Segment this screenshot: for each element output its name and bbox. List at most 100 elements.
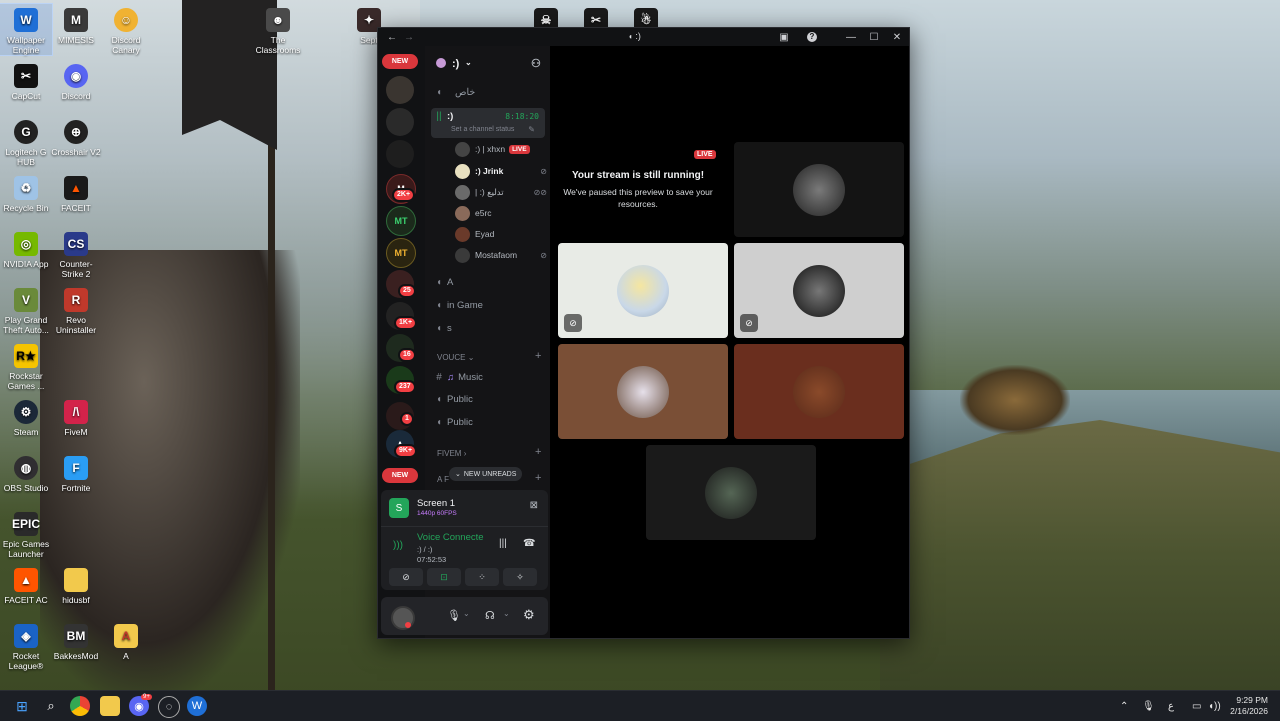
add-member-icon[interactable]: ⚇ [531, 57, 541, 70]
desktop-icon-steam[interactable]: ⚙ Steam [0, 396, 52, 437]
settings-gear-icon[interactable]: ⚙ [523, 607, 535, 623]
minimize-icon[interactable]: — [842, 30, 860, 44]
video-tile[interactable]: ⊘ [734, 243, 904, 338]
screen-share-button[interactable]: ⊡ [427, 568, 461, 586]
clock[interactable]: 9:29 PM 2/16/2026 [1230, 691, 1268, 721]
video-tile[interactable] [646, 445, 816, 540]
desktop-icon-fortnite[interactable]: F Fortnite [50, 452, 102, 493]
close-icon[interactable]: ✕ [888, 30, 906, 44]
search-icon[interactable]: ⌕ [41, 696, 61, 716]
server-icon[interactable]: MT [386, 238, 416, 268]
desktop-icon-the-classrooms[interactable]: ☻ The Classrooms [252, 4, 304, 55]
noise-suppression-icon[interactable]: ||| [499, 538, 507, 549]
voice-member[interactable]: Mostafaom ⊘ [455, 246, 547, 264]
desktop-icon-faceit[interactable]: ▲ FACEIT [50, 172, 102, 213]
desktop-icon-revo[interactable]: R Revo Uninstaller [50, 284, 102, 335]
file-explorer-icon[interactable] [100, 696, 120, 716]
new-pill[interactable]: NEW [382, 468, 418, 483]
soundboard-button[interactable]: ✧ [503, 568, 537, 586]
server-icon[interactable] [386, 76, 414, 104]
disconnect-icon[interactable]: ☎ [523, 538, 535, 549]
desktop-icon-bakkesmod[interactable]: BM BakkesMod [50, 620, 102, 661]
add-channel-icon[interactable]: + [535, 350, 541, 362]
desktop-icon-faceit-ac[interactable]: ▲ FACEIT AC [0, 564, 52, 605]
video-tile[interactable] [558, 344, 728, 439]
stop-stream-icon[interactable]: ⊠ [530, 500, 538, 511]
category-voice[interactable]: VOUCE ⌄ [437, 353, 474, 362]
paused-stream-card[interactable]: LIVE Your stream is still running! We've… [550, 142, 726, 238]
help-icon[interactable]: ? [803, 30, 821, 44]
microphone-icon[interactable]: 🎙 [447, 609, 461, 622]
desktop-icon-capcut[interactable]: ✂ CapCut [0, 60, 52, 101]
channel-voice[interactable]: ◖ s [431, 318, 545, 338]
channel-voice[interactable]: ◖ Public [431, 389, 545, 409]
desktop-icon-wallpaper-engine[interactable]: W Wallpaper Engine [0, 3, 53, 56]
server-icon[interactable]: MT [386, 206, 416, 236]
voice-member[interactable]: :) | xhxn LIVE [455, 140, 547, 158]
chevron-down-icon[interactable]: ⌄ [463, 609, 470, 618]
desktop-icon-logitech[interactable]: G Logitech G HUB [0, 116, 52, 167]
channel-voice[interactable]: ◖ A [431, 272, 545, 292]
wallpaper-engine-icon[interactable]: W [187, 696, 207, 716]
video-tile[interactable] [734, 142, 904, 237]
forward-arrow-icon[interactable]: → [400, 30, 418, 44]
show-hidden-icons[interactable]: ⌃ [1120, 691, 1128, 721]
voice-channel-path[interactable]: :) / :) [417, 545, 432, 554]
headphones-icon[interactable]: ☊ [485, 609, 495, 622]
app-icon[interactable]: ◌ [158, 696, 180, 718]
desktop-icon-recycle-bin[interactable]: ♻ Recycle Bin [0, 172, 52, 213]
add-channel-icon[interactable]: + [535, 472, 541, 484]
channel-voice[interactable]: ◖ in Game [431, 295, 545, 315]
voice-status[interactable]: Voice Connecte [417, 532, 491, 543]
back-arrow-icon[interactable]: ← [383, 30, 401, 44]
network-icon[interactable]: ▭ [1192, 691, 1201, 721]
category-af[interactable]: A F [437, 475, 449, 484]
channel-private[interactable]: ◖ خاص [431, 82, 545, 102]
desktop-icon-a[interactable]: A A [100, 620, 152, 661]
desktop-icon-discord[interactable]: ◉ Discord [50, 60, 102, 101]
language-indicator[interactable]: ع [1168, 691, 1174, 721]
volume-icon[interactable]: ◖)) [1208, 691, 1221, 721]
desktop-icon-hidusbf[interactable]: hidusbf [50, 564, 102, 605]
channel-voice-active[interactable]: || :) 8:18:20 Set a channel status ✎ [431, 108, 545, 138]
desktop-icon-obs[interactable]: ◍ OBS Studio [0, 452, 52, 493]
desktop-icon-label: OBS Studio [3, 483, 49, 493]
desktop-icon-rockstar[interactable]: R★ Rockstar Games ... [0, 340, 52, 391]
desktop-icon-rocket-league[interactable]: ◈ Rocket League® [0, 620, 52, 671]
voice-member[interactable]: Eyad [455, 225, 547, 243]
avatar[interactable] [391, 606, 415, 630]
desktop-icon-nvidia[interactable]: ◎ NVIDIA App [0, 228, 52, 269]
channel-voice[interactable]: ◖ Public [431, 412, 545, 432]
desktop-icon-gta[interactable]: V Play Grand Theft Auto... [0, 284, 52, 335]
microphone-tray-icon[interactable]: 🎙 [1142, 691, 1155, 721]
server-icon[interactable] [386, 108, 414, 136]
new-unreads-pill[interactable]: ⌄ NEW UNREADS [449, 467, 523, 481]
inbox-icon[interactable]: ▣ [775, 30, 793, 44]
start-windows-icon[interactable]: ⊞ [12, 696, 32, 716]
channel-status[interactable]: Set a channel status [451, 126, 514, 133]
desktop-icon-epic[interactable]: EPIC Epic Games Launcher [0, 508, 52, 559]
gta-icon: V [14, 288, 38, 312]
new-pill[interactable]: NEW [382, 54, 418, 69]
voice-member[interactable]: :) Jrink ⊘ [455, 162, 547, 180]
chevron-down-icon[interactable]: ⌄ [503, 609, 510, 618]
activities-button[interactable]: ⁘ [465, 568, 499, 586]
maximize-icon[interactable]: ☐ [865, 30, 883, 44]
video-tile[interactable] [734, 344, 904, 439]
voice-member[interactable]: e5rc [455, 204, 547, 222]
voice-member[interactable]: | :) تدليع ⊘⊘ [455, 183, 547, 201]
add-channel-icon[interactable]: + [535, 446, 541, 458]
guild-header[interactable]: :) ⌄ ⚇ [425, 46, 550, 82]
desktop-icon-fivem[interactable]: /\ FiveM [50, 396, 102, 437]
desktop-icon-mimesis[interactable]: M MIMESIS [50, 4, 102, 45]
desktop-icon-crosshair[interactable]: ⊕ Crosshair V2 [50, 116, 102, 157]
camera-off-button[interactable]: ⊘ [389, 568, 423, 586]
desktop-icon-discord-canary[interactable]: ☺ Discord Canary [100, 4, 152, 55]
desktop-icon-cs2[interactable]: CS Counter-Strike 2 [50, 228, 102, 279]
channel-music[interactable]: # ♫ Music [431, 367, 545, 387]
category-fivem[interactable]: FIVEM › [437, 449, 466, 458]
server-icon[interactable] [386, 140, 414, 168]
video-tile[interactable]: ⊘ [558, 243, 728, 338]
chrome-icon[interactable] [70, 696, 90, 716]
chevron-down-icon: ⌄ [467, 353, 475, 362]
